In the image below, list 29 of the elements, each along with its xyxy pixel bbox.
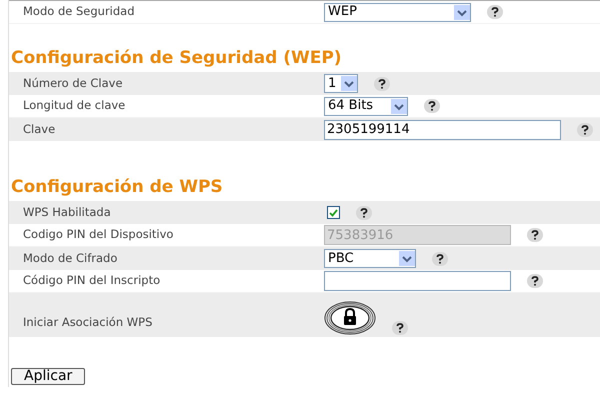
input-field[interactable] bbox=[324, 271, 511, 291]
field-label: WPS Habilitada bbox=[22, 204, 112, 221]
section-heading: Configuración de WPS bbox=[10, 176, 224, 199]
field-label: Clave bbox=[22, 120, 56, 138]
help-icon[interactable] bbox=[374, 76, 390, 90]
field-label: Iniciar Asociación WPS bbox=[22, 314, 154, 331]
field-label: Modo de Seguridad bbox=[22, 3, 136, 20]
apply-button[interactable]: Aplicar bbox=[11, 368, 86, 385]
help-icon[interactable] bbox=[356, 206, 372, 220]
field-label: Longitud de clave bbox=[22, 97, 126, 114]
help-icon[interactable] bbox=[577, 122, 593, 136]
help-icon[interactable] bbox=[424, 99, 440, 113]
help-icon[interactable] bbox=[527, 228, 543, 242]
field-label: Modo de Cifrado bbox=[22, 250, 118, 267]
select-field[interactable]: 64 Bits bbox=[324, 96, 408, 116]
help-icon[interactable] bbox=[487, 5, 503, 19]
section-heading: Configuración de Seguridad (WEP) bbox=[10, 47, 343, 70]
help-icon[interactable] bbox=[527, 274, 543, 288]
help-icon[interactable] bbox=[432, 252, 448, 266]
input-field[interactable]: 2305199114 bbox=[324, 120, 561, 140]
field-label: Codigo PIN del Dispositivo bbox=[22, 226, 174, 244]
select-field[interactable]: 1 bbox=[324, 74, 358, 93]
lock-button[interactable] bbox=[324, 301, 376, 335]
select-field[interactable]: PBC bbox=[324, 249, 416, 268]
help-icon[interactable] bbox=[392, 321, 408, 335]
field-label: Código PIN del Inscripto bbox=[22, 272, 162, 290]
select-field[interactable]: WEP bbox=[324, 2, 471, 22]
field-label: Número de Clave bbox=[22, 74, 124, 92]
checkbox[interactable] bbox=[327, 206, 340, 219]
